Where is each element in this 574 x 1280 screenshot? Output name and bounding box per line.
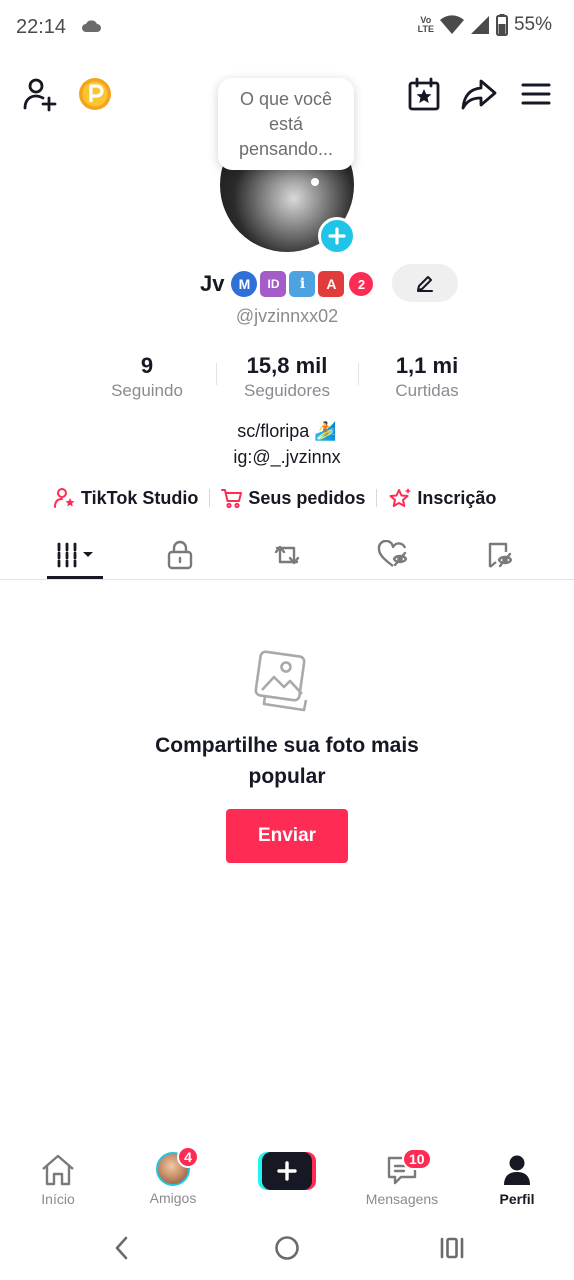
upload-button[interactable]: Enviar bbox=[226, 809, 348, 863]
videos-grid-icon bbox=[57, 542, 93, 568]
user-star-icon bbox=[54, 488, 75, 508]
tab-liked[interactable] bbox=[363, 530, 423, 580]
stat-following-label: Seguindo bbox=[111, 381, 183, 400]
nav-friends[interactable]: Amigos 4 bbox=[143, 1140, 203, 1206]
coin-icon[interactable] bbox=[78, 77, 112, 111]
cloud-icon bbox=[82, 20, 101, 32]
nav-profile-label: Perfil bbox=[499, 1191, 535, 1207]
back-button[interactable] bbox=[102, 1232, 142, 1264]
stat-following[interactable]: 9 Seguindo bbox=[77, 352, 217, 402]
status-time: 22:14 bbox=[16, 16, 67, 38]
orders-link[interactable]: Seus pedidos bbox=[221, 487, 365, 509]
favorites-hidden-icon bbox=[488, 542, 513, 568]
home-system-button[interactable] bbox=[267, 1232, 307, 1264]
stat-followers-value: 15,8 mil bbox=[246, 353, 328, 378]
messages-badge: 10 bbox=[402, 1148, 432, 1170]
pencil-icon bbox=[417, 276, 433, 292]
share-icon[interactable] bbox=[458, 74, 500, 114]
tab-videos[interactable] bbox=[45, 530, 105, 580]
status-bar: 22:14 Vo LTE 55% bbox=[0, 0, 574, 56]
battery-icon bbox=[495, 14, 508, 36]
badge-info: i bbox=[289, 271, 316, 297]
back-chevron-icon bbox=[115, 1236, 128, 1260]
username: @jvzinnxx02 bbox=[235, 306, 339, 326]
liked-hidden-icon bbox=[377, 540, 408, 567]
badge-m: M bbox=[231, 271, 258, 297]
nav-friends-label: Amigos bbox=[149, 1190, 197, 1206]
friends-badge: 4 bbox=[177, 1146, 199, 1168]
tab-private[interactable] bbox=[150, 530, 210, 580]
photo-stack-icon bbox=[254, 650, 320, 716]
plus-icon bbox=[277, 1161, 297, 1181]
signal-icon bbox=[470, 16, 489, 34]
active-tab-indicator bbox=[47, 576, 103, 579]
stat-followers-label: Seguidores bbox=[243, 381, 330, 400]
calendar-star-icon[interactable] bbox=[404, 74, 444, 114]
profile-stats: 9 Seguindo 15,8 mil Seguidores 1,1 mi Cu… bbox=[0, 352, 574, 406]
nav-home-label: Início bbox=[41, 1191, 75, 1207]
profile-icon bbox=[504, 1155, 530, 1185]
shortcut-divider bbox=[209, 489, 211, 507]
tab-favorites[interactable] bbox=[470, 530, 530, 580]
name-row: Jv M ID i A 2 bbox=[200, 266, 374, 302]
recents-icon bbox=[440, 1237, 464, 1259]
content-tabs bbox=[0, 530, 574, 580]
add-friend-icon[interactable] bbox=[20, 74, 60, 114]
stat-followers[interactable]: 15,8 mil Seguidores bbox=[217, 352, 357, 402]
thought-bubble-text: O que você está pensando... bbox=[238, 88, 334, 159]
create-button-body bbox=[262, 1152, 312, 1190]
badge-a: A bbox=[318, 271, 345, 297]
tab-reposts[interactable] bbox=[257, 530, 317, 580]
stat-likes[interactable]: 1,1 mi Curtidas bbox=[357, 352, 497, 402]
create-button[interactable] bbox=[258, 1152, 316, 1190]
nav-messages-label: Mensagens bbox=[365, 1191, 439, 1207]
stat-likes-value: 1,1 mi bbox=[395, 353, 459, 378]
stat-following-value: 9 bbox=[140, 353, 154, 378]
sparkle-star-icon bbox=[389, 488, 412, 507]
menu-icon[interactable] bbox=[516, 74, 556, 114]
tiktok-studio-label: TikTok Studio bbox=[81, 487, 199, 508]
home-circle-icon bbox=[275, 1236, 299, 1260]
nav-profile[interactable]: Perfil bbox=[492, 1140, 542, 1207]
add-story-plus-icon[interactable] bbox=[318, 217, 356, 255]
subscription-link[interactable]: Inscrição bbox=[388, 487, 496, 509]
edit-profile-button[interactable] bbox=[392, 264, 458, 302]
cart-icon bbox=[221, 489, 243, 509]
battery-percent: 55% bbox=[513, 14, 552, 35]
home-icon bbox=[42, 1154, 74, 1186]
volte-indicator: Vo LTE bbox=[417, 15, 434, 34]
nav-messages[interactable]: Mensagens 10 bbox=[360, 1140, 444, 1207]
lock-icon bbox=[167, 540, 193, 570]
tiktok-studio-link[interactable]: TikTok Studio bbox=[54, 487, 198, 509]
bio: sc/floripa 🏄 ig:@_.jvzinnx bbox=[0, 418, 574, 470]
badge-count[interactable]: 2 bbox=[349, 272, 374, 296]
stat-likes-label: Curtidas bbox=[395, 381, 459, 400]
thought-bubble[interactable]: O que você está pensando... bbox=[218, 78, 354, 170]
bubble-tail-dot bbox=[311, 178, 319, 186]
shortcut-divider bbox=[376, 489, 378, 507]
bio-line[interactable]: ig:@_.jvzinnx bbox=[0, 444, 574, 470]
bio-line: sc/floripa 🏄 bbox=[237, 421, 337, 441]
system-nav-bar bbox=[0, 1218, 574, 1280]
empty-state-title: Compartilhe sua foto mais popular bbox=[155, 734, 419, 788]
subscription-label: Inscrição bbox=[417, 487, 497, 508]
stat-divider bbox=[358, 363, 359, 385]
wifi-icon bbox=[439, 15, 464, 34]
recents-button[interactable] bbox=[432, 1232, 472, 1264]
orders-label: Seus pedidos bbox=[248, 487, 366, 508]
display-name: Jv bbox=[200, 271, 225, 296]
stat-divider bbox=[216, 363, 217, 385]
badge-id: ID bbox=[260, 271, 287, 297]
profile-shortcuts: TikTok Studio Seus pedidos Inscrição bbox=[54, 484, 496, 512]
repost-icon bbox=[274, 545, 300, 565]
nav-home[interactable]: Início bbox=[28, 1140, 88, 1207]
